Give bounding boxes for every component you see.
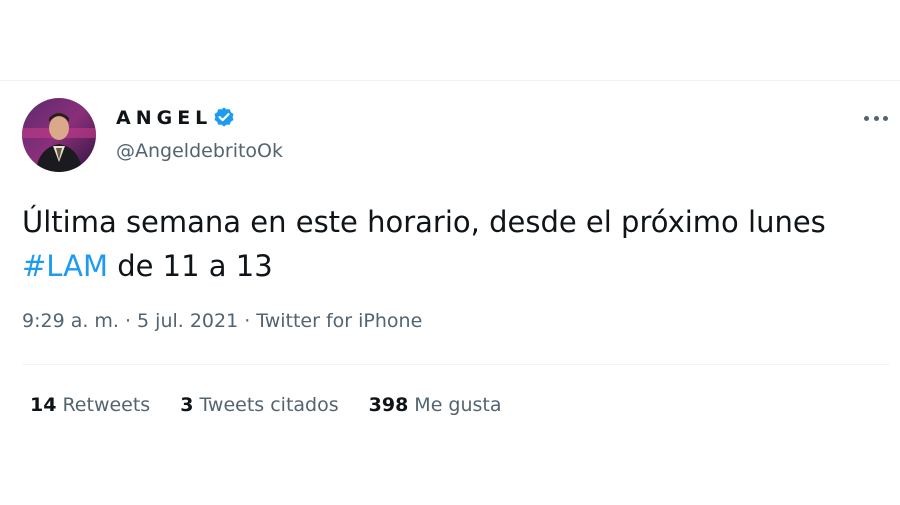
meta-separator: · bbox=[124, 310, 132, 332]
verified-badge-icon bbox=[212, 106, 236, 130]
tweet-meta: 9:29 a. m. · 5 jul. 2021 · Twitter for i… bbox=[22, 310, 422, 332]
name-row: ANGEL bbox=[116, 106, 236, 130]
tweet-text: Última semana en este horario, desde el … bbox=[22, 200, 892, 288]
tweet-date[interactable]: 5 jul. 2021 bbox=[137, 310, 238, 332]
likes-label: Me gusta bbox=[414, 394, 502, 416]
user-handle[interactable]: @AngeldebritoOk bbox=[116, 140, 283, 162]
more-options-icon[interactable] bbox=[864, 110, 888, 126]
quote-tweets-label: Tweets citados bbox=[199, 394, 339, 416]
likes-stat[interactable]: 398 Me gusta bbox=[369, 394, 502, 416]
avatar[interactable] bbox=[22, 98, 96, 172]
tweet-page: ANGEL @AngeldebritoOk Última semana en e… bbox=[0, 0, 900, 505]
retweets-label: Retweets bbox=[62, 394, 151, 416]
display-name[interactable]: ANGEL bbox=[116, 107, 212, 129]
stats-divider bbox=[22, 364, 890, 365]
hashtag-link[interactable]: #LAM bbox=[22, 249, 108, 283]
quote-tweets-stat[interactable]: 3 Tweets citados bbox=[180, 394, 338, 416]
retweets-stat[interactable]: 14 Retweets bbox=[30, 394, 150, 416]
top-divider bbox=[0, 80, 900, 81]
meta-separator: · bbox=[244, 310, 251, 332]
tweet-stats: 14 Retweets 3 Tweets citados 398 Me gusta bbox=[30, 394, 502, 416]
tweet-source[interactable]: Twitter for iPhone bbox=[256, 310, 422, 332]
tweet-text-line1: Última semana en este horario, desde el … bbox=[22, 205, 826, 239]
likes-count: 398 bbox=[368, 394, 409, 416]
tweet-card: ANGEL @AngeldebritoOk Última semana en e… bbox=[22, 98, 892, 416]
quote-tweets-count: 3 bbox=[180, 394, 194, 416]
retweets-count: 14 bbox=[30, 394, 57, 416]
tweet-time[interactable]: 9:29 a. m. bbox=[22, 310, 119, 332]
tweet-text-line2: de 11 a 13 bbox=[107, 249, 273, 283]
tweet-header: ANGEL @AngeldebritoOk bbox=[22, 98, 892, 174]
